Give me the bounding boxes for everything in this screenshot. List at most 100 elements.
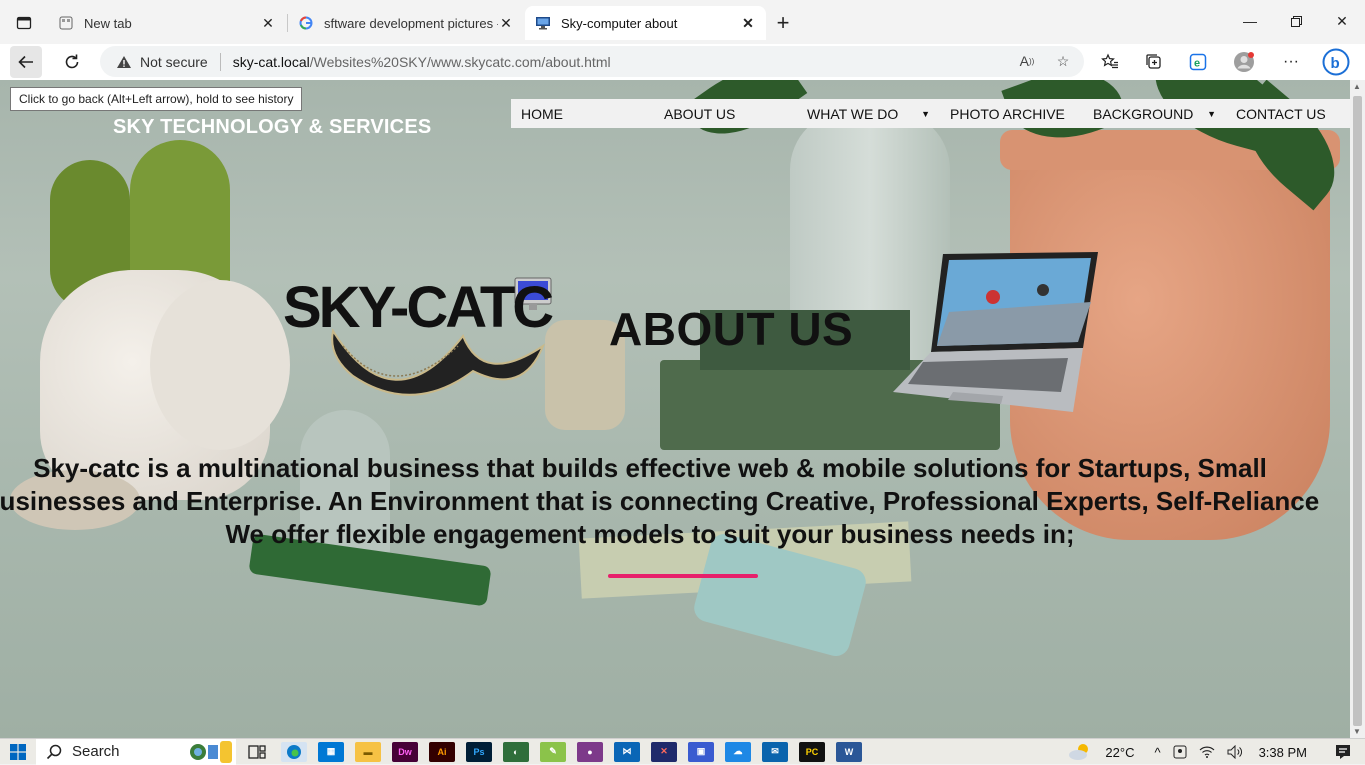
profile-button[interactable] (1228, 46, 1260, 78)
dreamweaver-icon[interactable]: Dw (392, 741, 418, 762)
new-tab-icon (58, 15, 74, 31)
logo-text: SKY-CATC (283, 275, 554, 340)
windows-taskbar: Search ▦ ▬ Dw Ai Ps ◐ ✎ ● ⋈ ✕ ▣ ☁ ✉ PC W… (0, 738, 1365, 765)
caret-down-icon: ▼ (1207, 108, 1216, 119)
restore-icon (1290, 15, 1302, 27)
system-tray: 22°C ^ 3:38 PM (1061, 739, 1365, 765)
favorites-icon (1101, 53, 1118, 69)
sky-catc-logo: SKY-CATC (283, 276, 563, 406)
google-icon (298, 15, 314, 31)
nav-item-photo-archive[interactable]: PHOTO ARCHIVE (940, 99, 1083, 128)
search-icon (46, 744, 62, 759)
more-dots-icon: ··· (1283, 53, 1299, 70)
url-text: sky-cat.local/Websites%20SKY/www.skycatc… (233, 54, 611, 70)
app-cloud-icon[interactable]: ☁ (725, 741, 751, 762)
nav-item-home[interactable]: HOME (511, 99, 654, 128)
app-green-icon[interactable]: ◐ (503, 741, 529, 762)
meet-now-icon[interactable] (1173, 745, 1187, 759)
tab-label: New tab (84, 15, 132, 31)
settings-more-button[interactable]: ··· (1275, 46, 1307, 78)
background-elephant (150, 280, 290, 450)
nav-item-contact-us[interactable]: CONTACT US (1226, 99, 1350, 128)
bing-button[interactable]: b (1320, 46, 1352, 78)
add-favorite-icon[interactable]: ☆ (1052, 50, 1074, 72)
scroll-down-arrow-icon[interactable]: ▼ (1353, 727, 1361, 736)
warning-triangle-icon (117, 55, 131, 68)
notifications-icon[interactable] (1335, 744, 1351, 760)
clock-time[interactable]: 3:38 PM (1259, 745, 1307, 760)
tab-google-search[interactable]: sftware development pictures - Goo ✕ (288, 6, 524, 40)
address-divider (219, 52, 221, 71)
browser-toolbar: Not secure sky-cat.local/Websites%20SKY/… (0, 44, 1365, 80)
tab-new-tab[interactable]: New tab ✕ (48, 6, 286, 40)
laptop-image (893, 252, 1098, 412)
monitor-icon (535, 15, 551, 31)
favorites-button[interactable] (1094, 46, 1126, 78)
weather-icon[interactable] (1067, 742, 1093, 762)
new-tab-button[interactable]: + (770, 10, 796, 36)
scrollbar-thumb[interactable] (1353, 96, 1362, 726)
app-x-icon[interactable]: ✕ (651, 741, 677, 762)
collections-button[interactable] (1138, 46, 1170, 78)
back-button[interactable] (10, 46, 42, 78)
windows-logo-icon (10, 743, 26, 760)
read-aloud-icon[interactable]: A)) (1016, 50, 1038, 72)
minimize-icon: — (1243, 13, 1257, 29)
nav-item-label: CONTACT US (1236, 105, 1326, 122)
photoshop-icon[interactable]: Ps (466, 741, 492, 762)
close-tab-icon[interactable]: ✕ (260, 15, 276, 31)
restore-button[interactable] (1273, 8, 1319, 34)
back-button-tooltip: Click to go back (Alt+Left arrow), hold … (10, 87, 303, 111)
chevron-up-icon[interactable]: ^ (1154, 745, 1160, 760)
not-secure-label: Not secure (140, 53, 208, 70)
site-security-indicator[interactable]: Not secure (116, 54, 208, 70)
taskbar-search-label: Search (72, 743, 120, 760)
nav-item-what-we-do[interactable]: WHAT WE DO ▼ (797, 99, 940, 128)
vscode-icon[interactable]: ⋈ (614, 741, 640, 762)
pycharm-icon[interactable]: PC (799, 741, 825, 762)
url-path: /Websites%20SKY/www.skycatc.com/about.ht… (309, 53, 611, 70)
tab-actions-button[interactable] (8, 8, 40, 38)
mail-icon[interactable]: ✉ (762, 741, 788, 762)
address-bar[interactable]: Not secure sky-cat.local/Websites%20SKY/… (100, 46, 1084, 77)
nav-item-about-us[interactable]: ABOUT US (654, 99, 797, 128)
store-icon[interactable]: ▦ (318, 741, 344, 762)
site-title: SKY TECHNOLOGY & SERVICES (113, 116, 432, 138)
tab-actions-icon (16, 16, 32, 30)
close-tab-icon[interactable]: ✕ (498, 15, 514, 31)
minimize-button[interactable]: — (1227, 8, 1273, 34)
refresh-icon (65, 54, 79, 69)
caret-down-icon: ▼ (921, 108, 930, 119)
scroll-up-arrow-icon[interactable]: ▲ (1353, 82, 1361, 91)
nav-item-background[interactable]: BACKGROUND ▼ (1083, 99, 1226, 128)
bing-icon: b (1322, 48, 1350, 76)
volume-icon[interactable] (1227, 745, 1243, 759)
wifi-icon[interactable] (1199, 746, 1215, 758)
app-blue-icon[interactable]: ▣ (688, 741, 714, 762)
search-highlight-icon (188, 740, 232, 763)
nav-item-label: BACKGROUND (1093, 105, 1194, 122)
close-window-button[interactable]: ✕ (1319, 8, 1365, 34)
illustrator-icon[interactable]: Ai (429, 741, 455, 762)
start-button[interactable] (0, 739, 36, 765)
app-purple-icon[interactable]: ● (577, 741, 603, 762)
plus-icon: + (776, 10, 790, 35)
word-icon[interactable]: W (836, 741, 862, 762)
taskbar-pinned-apps: ▦ ▬ Dw Ai Ps ◐ ✎ ● ⋈ ✕ ▣ ☁ ✉ PC W (244, 741, 862, 762)
close-tab-icon[interactable]: ✕ (740, 15, 756, 31)
task-view-icon[interactable] (244, 742, 270, 762)
about-description: Sky-catc is a multinational business tha… (0, 453, 1320, 549)
refresh-button[interactable] (56, 46, 88, 78)
temperature-label[interactable]: 22°C (1105, 745, 1134, 760)
notepad-icon[interactable]: ✎ (540, 741, 566, 762)
arrow-left-icon (18, 55, 33, 69)
taskbar-search-box[interactable]: Search (36, 738, 236, 765)
edge-extension-button[interactable]: e (1182, 46, 1214, 78)
address-bar-actions: A)) ☆ (1016, 50, 1074, 72)
page-scrollbar[interactable]: ▲ ▼ (1350, 80, 1365, 738)
file-explorer-icon[interactable]: ▬ (355, 741, 381, 762)
page-viewport: Click to go back (Alt+Left arrow), hold … (0, 80, 1350, 738)
tab-sky-computer-about[interactable]: Sky-computer about ✕ (525, 6, 766, 40)
svg-text:b: b (1331, 55, 1340, 72)
edge-browser-icon[interactable] (281, 741, 307, 762)
